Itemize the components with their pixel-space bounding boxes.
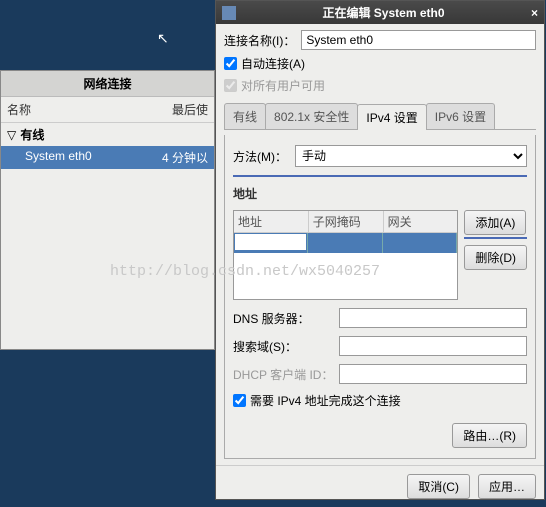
- name-label: 连接名称(I)：: [224, 32, 295, 49]
- routes-button[interactable]: 路由…(R): [452, 423, 527, 448]
- dialog-title: 正在编辑 System eth0: [242, 4, 525, 21]
- method-label: 方法(M)：: [233, 148, 287, 165]
- search-domain-label: 搜索域(S)：: [233, 338, 333, 355]
- all-users-checkbox: 对所有用户可用: [224, 77, 536, 94]
- method-select[interactable]: 手动: [295, 145, 527, 167]
- tab-wired[interactable]: 有线: [224, 103, 266, 129]
- netmask-cell[interactable]: [308, 233, 382, 253]
- cancel-button[interactable]: 取消(C): [407, 474, 470, 499]
- auto-connect-checkbox[interactable]: 自动连接(A): [224, 55, 536, 72]
- tab-ipv4[interactable]: IPv4 设置: [357, 104, 426, 130]
- col-gateway: 网关: [384, 211, 458, 232]
- connection-item-selected[interactable]: System eth0 4 分钟以: [1, 146, 214, 169]
- wired-label: 有线: [20, 128, 44, 142]
- all-users-label: 对所有用户可用: [241, 77, 325, 94]
- tab-security[interactable]: 802.1x 安全性: [265, 103, 358, 129]
- tabs: 有线 802.1x 安全性 IPv4 设置 IPv6 设置: [224, 103, 536, 130]
- all-users-input: [224, 79, 237, 92]
- edit-connection-dialog: 正在编辑 System eth0 × 连接名称(I)： 自动连接(A) 对所有用…: [215, 0, 545, 500]
- auto-connect-label: 自动连接(A): [241, 55, 305, 72]
- window-icon: [222, 6, 236, 20]
- gateway-cell[interactable]: [383, 233, 457, 253]
- dhcp-id-input: [339, 364, 527, 384]
- dialog-footer: 取消(C) 应用…: [216, 465, 544, 507]
- item-name: System eth0: [25, 149, 162, 166]
- search-domain-input[interactable]: [339, 336, 527, 356]
- col-netmask: 子网掩码: [309, 211, 384, 232]
- dhcp-id-label: DHCP 客户端 ID：: [233, 366, 333, 383]
- tab-ipv6[interactable]: IPv6 设置: [426, 103, 495, 129]
- auto-connect-input[interactable]: [224, 57, 237, 70]
- require-ipv4-label: 需要 IPv4 地址完成这个连接: [250, 392, 401, 409]
- ipv4-pane: 方法(M)： 手动 地址 地址 子网掩码 网关: [224, 135, 536, 459]
- address-section-label: 地址: [233, 185, 527, 202]
- titlebar[interactable]: 正在编辑 System eth0 ×: [216, 1, 544, 24]
- add-button[interactable]: 添加(A): [464, 210, 526, 235]
- col-address: 地址: [234, 211, 309, 232]
- connection-name-input[interactable]: [301, 30, 536, 50]
- require-ipv4-input[interactable]: [233, 394, 246, 407]
- address-input[interactable]: [235, 234, 306, 250]
- address-row[interactable]: [234, 233, 457, 253]
- dns-label: DNS 服务器：: [233, 310, 333, 327]
- dns-input[interactable]: [339, 308, 527, 328]
- col-last: 最后使: [172, 101, 208, 118]
- close-icon[interactable]: ×: [531, 6, 538, 20]
- require-ipv4-checkbox[interactable]: 需要 IPv4 地址完成这个连接: [233, 392, 527, 409]
- tree-wired[interactable]: ▽ 有线: [1, 123, 214, 146]
- bg-columns: 名称 最后使: [1, 97, 214, 123]
- col-name: 名称: [7, 101, 172, 118]
- delete-button[interactable]: 删除(D): [464, 245, 527, 270]
- mouse-cursor: ↖: [157, 30, 169, 47]
- bg-title: 网络连接: [1, 71, 214, 97]
- item-time: 4 分钟以: [162, 149, 208, 166]
- address-table[interactable]: 地址 子网掩码 网关: [233, 210, 458, 300]
- network-connections-window: 网络连接 名称 最后使 ▽ 有线 System eth0 4 分钟以: [0, 70, 215, 350]
- chevron-down-icon[interactable]: ▽: [7, 128, 17, 142]
- apply-button[interactable]: 应用…: [478, 474, 536, 499]
